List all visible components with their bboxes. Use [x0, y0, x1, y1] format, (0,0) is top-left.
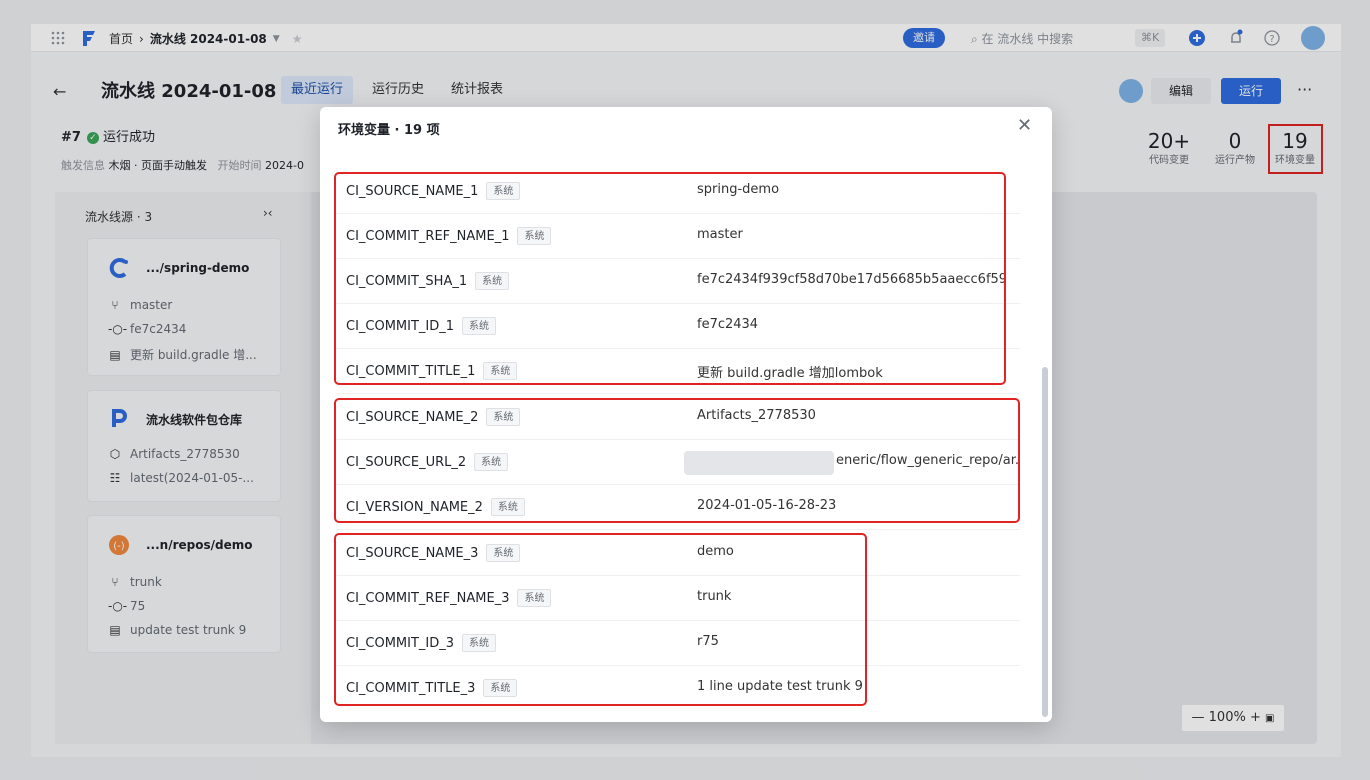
close-icon[interactable]: ✕	[1017, 115, 1032, 136]
source-3-highlight	[334, 533, 867, 706]
modal-title: 环境变量 · 19 项	[338, 123, 440, 138]
source-1-highlight	[334, 172, 1006, 385]
source-2-highlight	[334, 398, 1020, 523]
scrollbar[interactable]	[1042, 367, 1048, 717]
